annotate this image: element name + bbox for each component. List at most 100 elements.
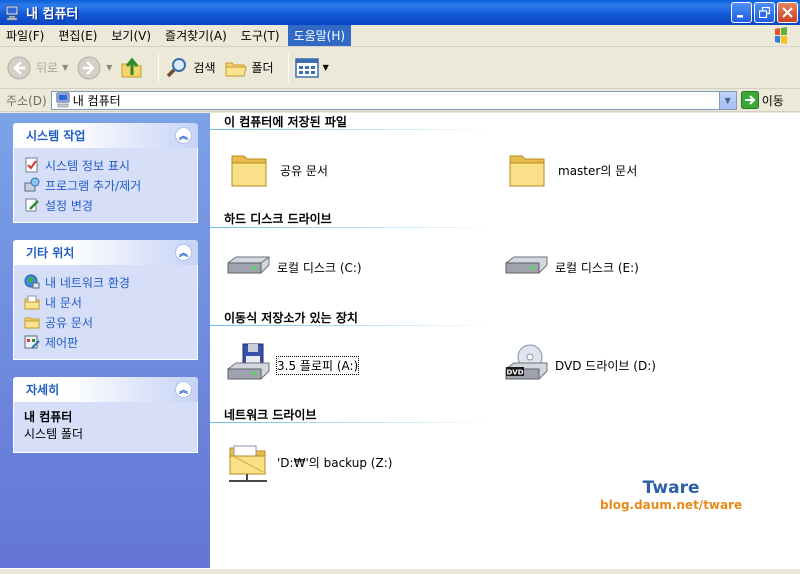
menu-bar: 파일(F) 편집(E) 보기(V) 즐겨찾기(A) 도구(T) 도움말(H): [0, 25, 800, 47]
item-floppy-a[interactable]: 3.5 플로피 (A:): [225, 343, 360, 387]
watermark-title: Tware: [642, 478, 700, 498]
search-button[interactable]: 검색: [165, 53, 216, 83]
group-header-removable: 이동식 저장소가 있는 장치: [224, 311, 358, 325]
details-title: 자세히: [26, 383, 60, 397]
menu-tools[interactable]: 도구(T): [235, 25, 286, 46]
menu-file[interactable]: 파일(F): [0, 25, 50, 46]
details-header[interactable]: 자세히 ︽: [13, 377, 198, 402]
task-panel: 시스템 작업 ︽ 시스템 정보 표시 프로그램 추가/제거 설정 변경 기타 위…: [0, 113, 210, 568]
folder-icon: [231, 155, 267, 187]
item-label: 로컬 디스크 (C:): [277, 260, 362, 275]
standard-toolbar: 뒤로 ▼ ▼ 검색 폴더 ▼: [0, 47, 800, 89]
control-panel-icon: [24, 335, 40, 349]
menu-edit[interactable]: 편집(E): [52, 25, 103, 46]
folders-label: 폴더: [251, 61, 274, 75]
windows-logo-icon: [766, 26, 796, 46]
other-places-title: 기타 위치: [26, 246, 75, 260]
go-button[interactable]: 이동: [740, 91, 784, 109]
link-add-remove-programs[interactable]: 프로그램 추가/제거: [24, 175, 187, 195]
menu-view[interactable]: 보기(V): [105, 25, 157, 46]
toolbar-separator: [287, 53, 289, 82]
link-network-places[interactable]: 내 네트워크 환경: [24, 272, 187, 292]
item-network-drive-z[interactable]: 'D:₩'의 backup (Z:): [225, 440, 392, 484]
back-button[interactable]: 뒤로 ▼: [6, 53, 68, 83]
address-input[interactable]: 내 컴퓨터 ▼: [50, 90, 737, 110]
item-label: 로컬 디스크 (E:): [555, 260, 639, 275]
close-icon: [782, 7, 793, 18]
item-label: 공유 문서: [280, 163, 328, 178]
group-divider: [210, 325, 495, 326]
views-button[interactable]: ▼: [294, 53, 329, 83]
link-shared-documents[interactable]: 공유 문서: [24, 312, 187, 332]
title-bar[interactable]: 내 컴퓨터: [0, 0, 800, 25]
other-places-pane: 기타 위치 ︽ 내 네트워크 환경 내 문서 공유 문서 제어판: [13, 240, 198, 360]
link-label: 프로그램 추가/제거: [45, 178, 142, 193]
network-drive-icon: [229, 445, 267, 482]
toolbar-separator: [158, 53, 160, 82]
status-strip: [0, 568, 800, 574]
group-divider: [210, 422, 495, 423]
link-label: 설정 변경: [45, 198, 93, 213]
address-value: 내 컴퓨터: [72, 93, 121, 108]
details-name: 내 컴퓨터: [24, 410, 73, 424]
link-view-system-info[interactable]: 시스템 정보 표시: [24, 155, 187, 175]
link-label: 제어판: [45, 335, 79, 350]
address-bar: 주소(D) 내 컴퓨터 ▼ 이동: [0, 89, 800, 112]
back-label: 뒤로: [36, 61, 59, 75]
content-area: 이 컴퓨터에 저장된 파일 공유 문서 master의 문서 하드 디스크 드라…: [210, 113, 800, 568]
watermark-url: blog.daum.net/tware: [600, 498, 743, 512]
chevron-down-icon: ▼: [724, 95, 731, 105]
address-label: 주소(D): [6, 93, 47, 108]
up-folder-button[interactable]: [120, 53, 144, 83]
group-divider: [210, 129, 495, 130]
folder-icon: [509, 155, 545, 187]
item-label: 'D:₩'의 backup (Z:): [277, 455, 393, 470]
system-tasks-title: 시스템 작업: [26, 129, 86, 143]
address-dropdown-button[interactable]: ▼: [718, 91, 736, 109]
folder-icon: [24, 317, 40, 329]
group-divider: [210, 227, 495, 228]
menu-help[interactable]: 도움말(H): [287, 25, 352, 46]
svg-text:DVD: DVD: [506, 369, 523, 377]
back-arrow-icon: [7, 56, 31, 79]
hard-disk-icon: [227, 256, 270, 274]
system-info-icon: [25, 157, 38, 173]
chevron-down-icon[interactable]: ▼: [323, 63, 329, 72]
item-local-disk-c[interactable]: 로컬 디스크 (C:): [225, 245, 362, 289]
restore-icon: [759, 7, 770, 18]
chevron-down-icon[interactable]: ▼: [106, 63, 112, 72]
item-shared-documents[interactable]: 공유 문서: [228, 148, 328, 192]
system-tasks-header[interactable]: 시스템 작업 ︽: [13, 123, 198, 148]
link-my-documents[interactable]: 내 문서: [24, 292, 187, 312]
views-icon: [294, 57, 319, 78]
change-setting-icon: [25, 198, 39, 212]
link-control-panel[interactable]: 제어판: [24, 332, 187, 352]
floppy-drive-icon: [227, 343, 270, 380]
restore-button[interactable]: [754, 2, 775, 23]
system-tasks-pane: 시스템 작업 ︽ 시스템 정보 표시 프로그램 추가/제거 설정 변경: [13, 123, 198, 223]
hard-disk-icon: [505, 256, 548, 274]
item-dvd-d[interactable]: DVD DVD 드라이브 (D:): [503, 343, 656, 387]
my-documents-icon: [24, 295, 40, 310]
item-label: 3.5 플로피 (A:): [275, 355, 360, 375]
group-header-stored-files: 이 컴퓨터에 저장된 파일: [224, 115, 347, 129]
item-local-disk-e[interactable]: 로컬 디스크 (E:): [503, 245, 639, 289]
details-type: 시스템 폴더: [24, 427, 84, 441]
link-label: 공유 문서: [45, 315, 93, 330]
go-label: 이동: [761, 93, 784, 108]
collapse-icon[interactable]: ︽: [175, 381, 192, 398]
close-button[interactable]: [777, 2, 798, 23]
item-master-documents[interactable]: master의 문서: [506, 148, 637, 192]
chevron-down-icon[interactable]: ▼: [62, 63, 68, 72]
collapse-icon[interactable]: ︽: [175, 244, 192, 261]
dvd-drive-icon: DVD: [505, 344, 548, 380]
folders-icon: [225, 62, 247, 76]
minimize-button[interactable]: [731, 2, 752, 23]
forward-arrow-icon: [77, 56, 101, 79]
menu-favorites[interactable]: 즐겨찾기(A): [159, 25, 233, 46]
collapse-icon[interactable]: ︽: [175, 127, 192, 144]
other-places-header[interactable]: 기타 위치 ︽: [13, 240, 198, 265]
link-change-setting[interactable]: 설정 변경: [24, 195, 187, 215]
folders-button[interactable]: 폴더: [224, 53, 274, 83]
forward-button[interactable]: ▼: [76, 53, 112, 83]
